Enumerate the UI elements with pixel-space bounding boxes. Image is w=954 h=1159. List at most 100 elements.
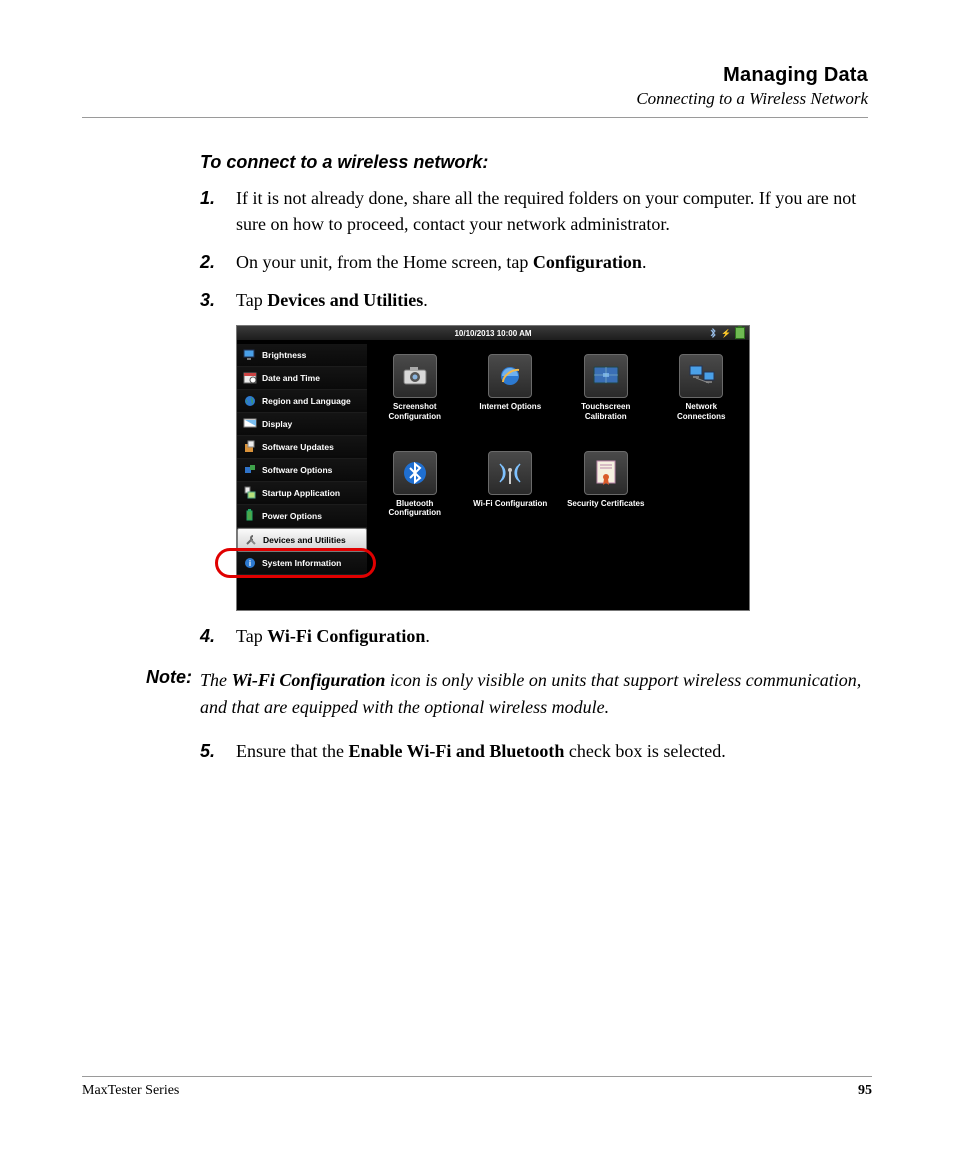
step-text-bold: Wi-Fi Configuration	[267, 626, 425, 646]
sidebar-item-label: Startup Application	[262, 488, 340, 498]
sidebar-item-label: Software Updates	[262, 442, 334, 452]
procedure-heading: To connect to a wireless network:	[200, 152, 872, 173]
startup-icon	[243, 486, 257, 500]
procedure-steps-cont2: 5. Ensure that the Enable Wi-Fi and Blue…	[200, 738, 872, 764]
sidebar-item-software-updates[interactable]: Software Updates	[237, 436, 367, 459]
page-content: To connect to a wireless network: 1. If …	[82, 152, 872, 764]
step-text-post: .	[425, 626, 430, 646]
status-bar: 10/10/2013 10:00 AM ⚡	[237, 326, 749, 340]
step-text-bold: Devices and Utilities	[267, 290, 423, 310]
sidebar-item-region-language[interactable]: Region and Language	[237, 390, 367, 413]
step-text-post: .	[423, 290, 428, 310]
device-frame: 10/10/2013 10:00 AM ⚡ Brightness	[236, 325, 750, 611]
tile-label: Security Certificates	[567, 499, 644, 508]
step-4: 4. Tap Wi-Fi Configuration.	[200, 623, 872, 649]
note-block: Note: The Wi-Fi Configuration icon is on…	[82, 667, 872, 719]
procedure-steps: 1. If it is not already done, share all …	[200, 185, 872, 313]
update-icon	[243, 440, 257, 454]
network-icon	[686, 364, 716, 388]
footer-page-number: 95	[858, 1083, 872, 1099]
bluetooth-tile-icon	[402, 460, 428, 486]
puzzle-icon	[243, 463, 257, 477]
ie-icon	[497, 363, 523, 389]
monitor-icon	[243, 348, 257, 362]
tile-label: Wi-Fi Configuration	[473, 499, 547, 508]
note-bold: Wi-Fi Configuration	[232, 670, 386, 690]
globe-icon	[243, 394, 257, 408]
step-text-bold: Enable Wi-Fi and Bluetooth	[348, 741, 564, 761]
tile-touchscreen-calibration[interactable]: Touchscreen Calibration	[566, 354, 646, 420]
step-text-pre: Tap	[236, 290, 267, 310]
procedure-steps-cont: 4. Tap Wi-Fi Configuration.	[200, 623, 872, 649]
step-number: 2.	[200, 249, 215, 275]
step-text-pre: On your unit, from the Home screen, tap	[236, 252, 533, 272]
note-label: Note:	[82, 667, 200, 719]
sidebar-item-brightness[interactable]: Brightness	[237, 344, 367, 367]
sidebar-item-label: Date and Time	[262, 373, 320, 383]
wifi-icon	[496, 460, 524, 486]
touchscreen-icon	[592, 365, 620, 387]
step-text-bold: Configuration	[533, 252, 642, 272]
footer-series: MaxTester Series	[82, 1083, 179, 1099]
tile-label: Bluetooth Configuration	[375, 499, 455, 517]
bluetooth-icon	[709, 328, 717, 338]
sidebar-item-label: System Information	[262, 558, 341, 568]
svg-text:i: i	[249, 559, 251, 568]
step-text-post: .	[642, 252, 647, 272]
sidebar-item-date-time[interactable]: Date and Time	[237, 367, 367, 390]
status-clock: 10/10/2013 10:00 AM	[237, 329, 749, 338]
battery-icon	[735, 327, 745, 339]
sidebar-item-label: Region and Language	[262, 396, 351, 406]
page-header: Managing Data Connecting to a Wireless N…	[82, 64, 868, 118]
tile-label: Internet Options	[479, 402, 541, 411]
step-text-pre: Ensure that the	[236, 741, 348, 761]
info-icon: i	[243, 556, 257, 570]
section-subtitle: Connecting to a Wireless Network	[82, 89, 868, 109]
step-1: 1. If it is not already done, share all …	[200, 185, 872, 237]
step-5: 5. Ensure that the Enable Wi-Fi and Blue…	[200, 738, 872, 764]
sidebar-item-label: Brightness	[262, 350, 306, 360]
step-number: 1.	[200, 185, 215, 211]
tile-internet-options[interactable]: Internet Options	[471, 354, 551, 420]
embedded-screenshot: 10/10/2013 10:00 AM ⚡ Brightness	[236, 325, 872, 611]
sidebar-item-devices-utilities[interactable]: Devices and Utilities	[237, 528, 367, 552]
step-number: 4.	[200, 623, 215, 649]
tile-wifi-config[interactable]: Wi-Fi Configuration	[471, 451, 551, 517]
tile-security-certs[interactable]: Security Certificates	[566, 451, 646, 517]
sidebar-item-system-information[interactable]: i System Information	[237, 552, 367, 575]
status-tray: ⚡	[709, 327, 749, 339]
sidebar-item-display[interactable]: Display	[237, 413, 367, 436]
calendar-icon	[243, 371, 257, 385]
plug-icon: ⚡	[721, 329, 731, 338]
step-text-pre: Tap	[236, 626, 267, 646]
header-rule	[82, 117, 868, 118]
step-2: 2. On your unit, from the Home screen, t…	[200, 249, 872, 275]
sidebar-item-label: Devices and Utilities	[263, 535, 346, 545]
page-footer: MaxTester Series 95	[82, 1076, 872, 1099]
display-icon	[243, 417, 257, 431]
utility-grid: Screenshot Configuration Internet Option…	[367, 340, 749, 610]
note-pre: The	[200, 670, 232, 690]
chapter-title: Managing Data	[82, 64, 868, 87]
camera-icon	[402, 365, 428, 387]
tile-network-connections[interactable]: Network Connections	[662, 354, 742, 420]
sidebar-item-label: Power Options	[262, 511, 322, 521]
step-text-post: check box is selected.	[564, 741, 725, 761]
sidebar-item-software-options[interactable]: Software Options	[237, 459, 367, 482]
tile-label: Screenshot Configuration	[375, 402, 455, 420]
tile-screenshot-config[interactable]: Screenshot Configuration	[375, 354, 455, 420]
power-icon	[243, 509, 257, 523]
step-3: 3. Tap Devices and Utilities.	[200, 287, 872, 313]
tile-bluetooth-config[interactable]: Bluetooth Configuration	[375, 451, 455, 517]
config-sidebar: Brightness Date and Time Region and Lang…	[237, 340, 367, 610]
sidebar-item-power-options[interactable]: Power Options	[237, 505, 367, 528]
sidebar-item-startup-application[interactable]: Startup Application	[237, 482, 367, 505]
note-body: The Wi-Fi Configuration icon is only vis…	[200, 667, 872, 719]
step-text: If it is not already done, share all the…	[236, 188, 856, 234]
tile-label: Touchscreen Calibration	[566, 402, 646, 420]
tools-icon	[244, 533, 258, 547]
certificate-icon	[594, 459, 618, 487]
tile-label: Network Connections	[662, 402, 742, 420]
manual-page: Managing Data Connecting to a Wireless N…	[0, 0, 954, 1159]
sidebar-item-label: Display	[262, 419, 292, 429]
